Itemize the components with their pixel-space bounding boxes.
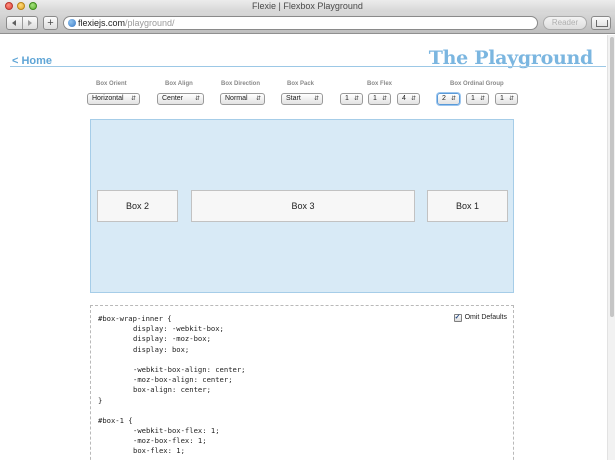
box-ordinal-group-select-2[interactable]: 1 ⇵	[466, 93, 489, 105]
forward-button[interactable]	[21, 17, 38, 29]
omit-defaults-toggle[interactable]: ✓ Omit Defaults	[453, 313, 507, 322]
scrollbar-thumb[interactable]	[610, 37, 614, 317]
flex-box-3: Box 3	[191, 190, 415, 222]
browser-toolbar: + flexiejs.com/playground/ Reader	[0, 12, 615, 34]
box-flex-value-1: 1	[345, 95, 349, 102]
flex-box-1: Box 1	[427, 190, 508, 222]
box-ordinal-group-value-2: 1	[471, 95, 475, 102]
box-flex-select-1[interactable]: 1 ⇵	[340, 93, 363, 105]
code-line: }	[98, 395, 103, 405]
code-line: display: -moz-box;	[133, 334, 211, 344]
box-flex-select-2[interactable]: 1 ⇵	[368, 93, 391, 105]
select-arrows-icon: ⇵	[479, 96, 485, 102]
box-align-label: Box Align	[165, 81, 193, 87]
globe-icon	[68, 19, 76, 27]
window-title: Flexie | Flexbox Playground	[252, 1, 363, 11]
omit-defaults-label: Omit Defaults	[464, 314, 507, 321]
flex-box-2: Box 2	[97, 190, 178, 222]
select-arrows-icon: ⇵	[313, 96, 319, 102]
code-lines: #box-wrap-inner {display: -webkit-box; di…	[98, 314, 513, 457]
share-icon[interactable]	[591, 16, 611, 30]
code-line: box-flex: 1;	[133, 446, 185, 456]
box-orient-select[interactable]: Horizontal ⇵	[87, 93, 140, 105]
generated-css-panel: ✓ Omit Defaults #box-wrap-inner {display…	[90, 305, 514, 460]
code-line: -moz-box-flex: 1;	[133, 436, 207, 446]
address-bar[interactable]: flexiejs.com/playground/	[63, 16, 538, 30]
box-orient-value: Horizontal	[92, 95, 124, 102]
code-line: #box-1 {	[98, 415, 133, 425]
select-arrows-icon: ⇵	[410, 96, 416, 102]
box-flex-value-2: 1	[373, 95, 377, 102]
box-ordinal-group-value-1: 2	[442, 95, 446, 102]
add-bookmark-button[interactable]: +	[43, 16, 58, 30]
select-arrows-icon: ⇵	[450, 96, 456, 102]
box-direction-value: Normal	[225, 95, 248, 102]
code-line: #box-wrap-inner {	[98, 314, 172, 323]
history-nav	[6, 16, 38, 30]
box-direction-select[interactable]: Normal ⇵	[220, 93, 265, 105]
code-line: box-align: center;	[133, 385, 211, 395]
reader-button[interactable]: Reader	[543, 16, 587, 30]
box-align-select[interactable]: Center ⇵	[157, 93, 204, 105]
box-flex-select-3[interactable]: 4 ⇵	[397, 93, 420, 105]
window-titlebar: Flexie | Flexbox Playground	[0, 0, 615, 12]
code-line: -moz-box-align: center;	[133, 375, 233, 385]
forward-arrow-icon	[27, 20, 32, 26]
url-host: flexiejs.com	[78, 18, 126, 28]
box-align-value: Center	[162, 95, 184, 102]
box-ordinal-group-label: Box Ordinal Group	[450, 81, 504, 87]
box-direction-label: Box Direction	[221, 81, 261, 87]
box-pack-label: Box Pack	[287, 81, 315, 87]
box-ordinal-group-value-3: 1	[500, 95, 504, 102]
code-line: -webkit-box-flex: 1;	[133, 426, 220, 436]
page-scrollbar[interactable]	[607, 35, 615, 460]
checkbox-check-icon[interactable]: ✓	[453, 313, 462, 322]
url-path: /playground/	[125, 18, 175, 28]
select-arrows-icon: ⇵	[130, 96, 136, 102]
box-flex-value-3: 4	[402, 95, 406, 102]
select-arrows-icon: ⇵	[508, 96, 514, 102]
box-pack-select[interactable]: Start ⇵	[281, 93, 323, 105]
page-content: < Home The Playground Box Orient Box Ali…	[0, 35, 615, 460]
box-flex-label: Box Flex	[367, 81, 393, 87]
code-line: display: box;	[133, 344, 190, 354]
box-orient-label: Box Orient	[96, 81, 127, 87]
header-divider	[10, 66, 606, 67]
code-line: display: -webkit-box;	[133, 324, 224, 334]
select-arrows-icon: ⇵	[381, 96, 387, 102]
flexbox-stage: Box 2 Box 3 Box 1	[90, 119, 514, 293]
back-button[interactable]	[7, 17, 22, 29]
code-line: -webkit-box-align: center;	[133, 364, 246, 374]
select-arrows-icon: ⇵	[353, 96, 359, 102]
box-ordinal-group-select-3[interactable]: 1 ⇵	[495, 93, 518, 105]
box-pack-value: Start	[286, 95, 301, 102]
select-arrows-icon: ⇵	[194, 96, 200, 102]
back-arrow-icon	[12, 20, 17, 26]
box-ordinal-group-select-1[interactable]: 2 ⇵	[437, 93, 460, 105]
select-arrows-icon: ⇵	[255, 96, 261, 102]
